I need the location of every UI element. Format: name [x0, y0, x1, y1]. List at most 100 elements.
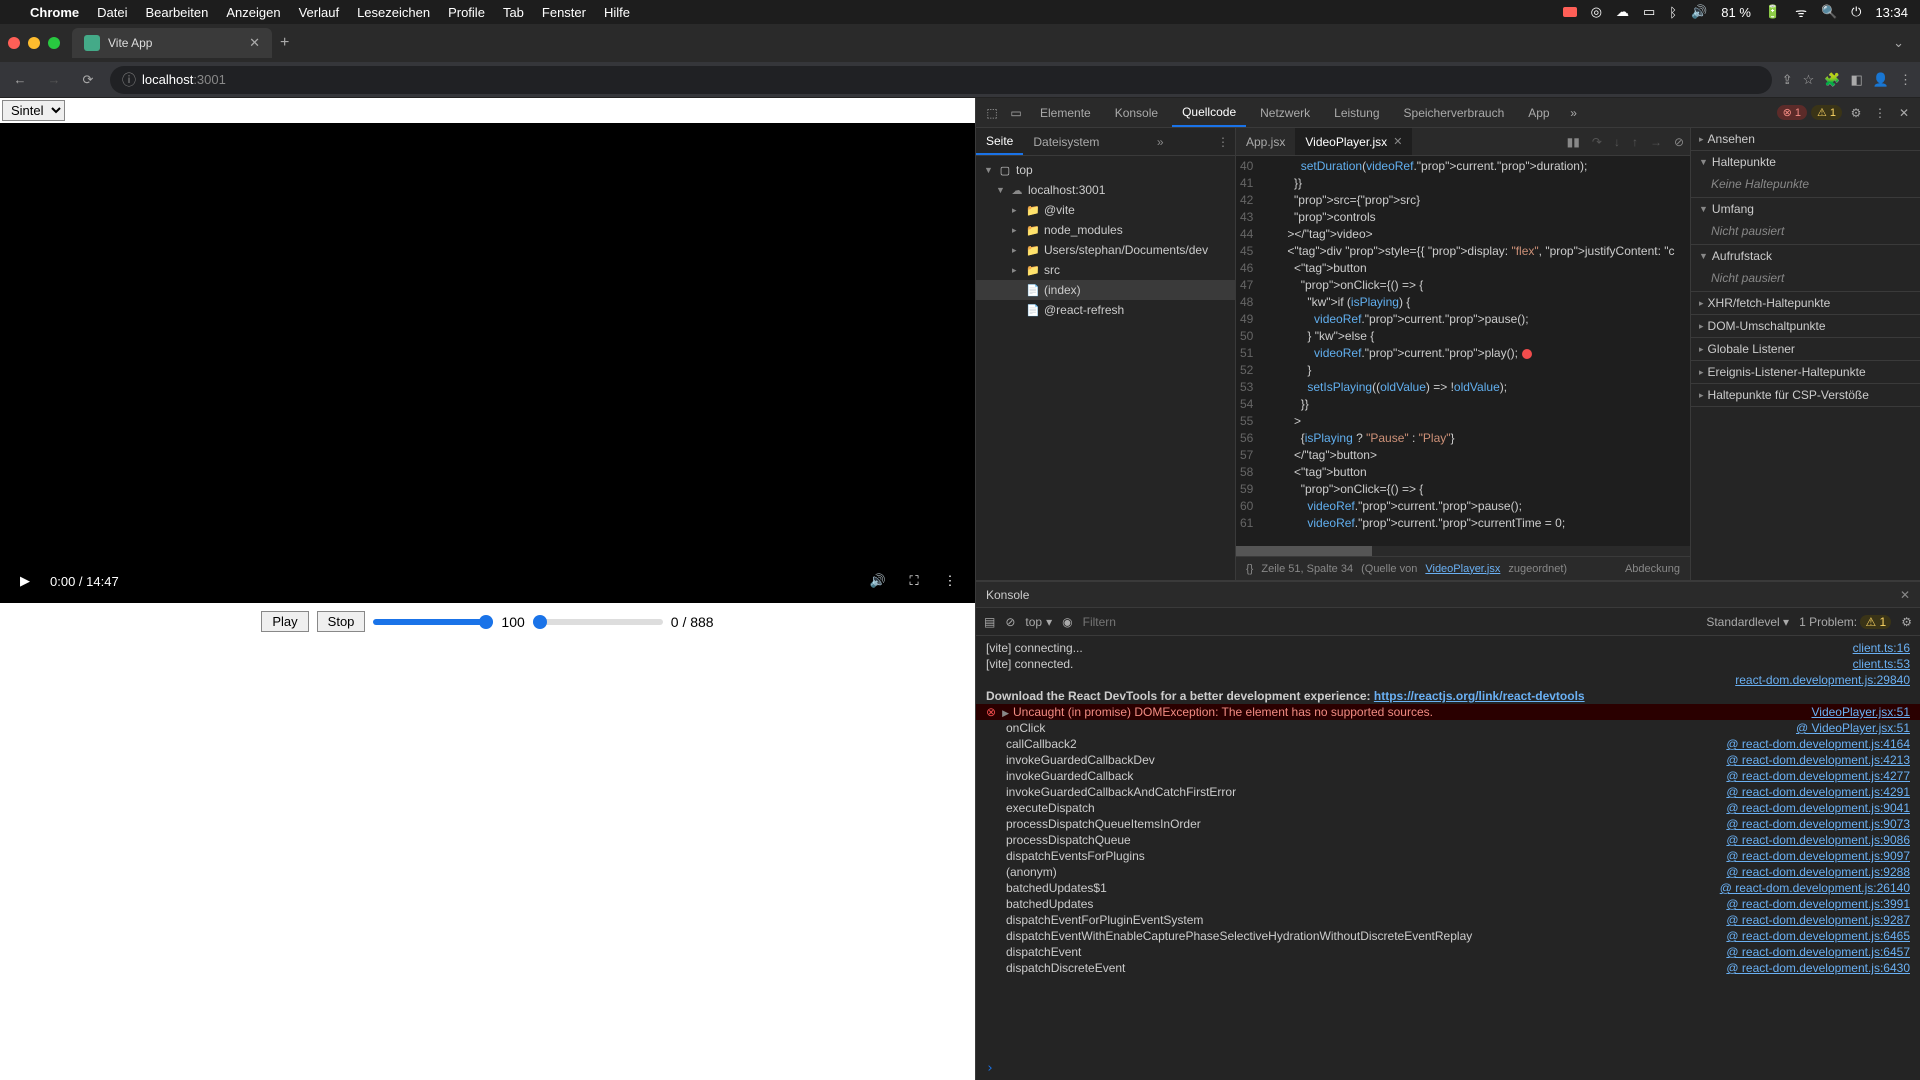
- pause-debug-icon[interactable]: ▮▮: [1561, 135, 1586, 149]
- site-info-icon[interactable]: ⓘ: [122, 70, 136, 90]
- display-icon[interactable]: ▭: [1643, 4, 1655, 20]
- console-filter-input[interactable]: [1083, 615, 1697, 629]
- console-close-icon[interactable]: ✕: [1900, 588, 1910, 602]
- stop-button[interactable]: Stop: [317, 611, 366, 632]
- back-button[interactable]: ←: [8, 68, 32, 92]
- menu-bearbeiten[interactable]: Bearbeiten: [145, 5, 208, 20]
- volume-slider[interactable]: [373, 619, 493, 625]
- subtab-menu-icon[interactable]: ⋮: [1211, 135, 1235, 149]
- seek-slider[interactable]: [533, 619, 663, 625]
- new-tab-button[interactable]: +: [280, 34, 289, 52]
- console-context-select[interactable]: top ▾: [1025, 615, 1052, 629]
- tabs-dropdown-icon[interactable]: ⌄: [1893, 35, 1912, 51]
- menu-hilfe[interactable]: Hilfe: [604, 5, 630, 20]
- tab-close-icon[interactable]: ✕: [249, 35, 260, 51]
- dbg-xhr[interactable]: ▸XHR/fetch-Haltepunkte: [1691, 292, 1920, 314]
- share-icon[interactable]: ⇪: [1782, 72, 1793, 88]
- editor-tab-app[interactable]: App.jsx: [1236, 128, 1295, 155]
- dbg-event[interactable]: ▸Ereignis-Listener-Haltepunkte: [1691, 361, 1920, 383]
- inspect-element-icon[interactable]: ⬚: [982, 103, 1002, 123]
- tree-src[interactable]: ▸📁src: [976, 260, 1235, 280]
- sidepanel-icon[interactable]: ◧: [1851, 72, 1863, 88]
- warning-count-badge[interactable]: ⚠ 1: [1811, 105, 1842, 120]
- console-sidebar-icon[interactable]: ▤: [984, 615, 995, 629]
- dbg-dom[interactable]: ▸DOM-Umschaltpunkte: [1691, 315, 1920, 337]
- tree-index[interactable]: 📄(index): [976, 280, 1235, 300]
- tree-node-modules[interactable]: ▸📁node_modules: [976, 220, 1235, 240]
- console-settings-icon[interactable]: ⚙: [1901, 615, 1912, 629]
- extensions-icon[interactable]: 🧩: [1824, 72, 1840, 88]
- devtools-menu-icon[interactable]: ⋮: [1870, 103, 1890, 123]
- deactivate-breakpoints-icon[interactable]: ⊘: [1668, 135, 1690, 149]
- menu-datei[interactable]: Datei: [97, 5, 127, 20]
- tab-app[interactable]: App: [1518, 98, 1559, 127]
- dbg-breakpoints[interactable]: ▼Haltepunkte: [1691, 151, 1920, 173]
- step-over-icon[interactable]: ↷: [1586, 135, 1608, 149]
- browser-tab[interactable]: Vite App ✕: [72, 28, 272, 58]
- tree-top[interactable]: ▼▢top: [976, 160, 1235, 180]
- video-fullscreen-icon[interactable]: ⛶: [903, 570, 925, 592]
- dbg-scope[interactable]: ▼Umfang: [1691, 198, 1920, 220]
- reload-button[interactable]: ⟳: [76, 68, 100, 92]
- dbg-callstack[interactable]: ▼Aufrufstack: [1691, 245, 1920, 267]
- editor-tab-close-icon[interactable]: ✕: [1393, 135, 1402, 148]
- cloud-icon[interactable]: ☁: [1616, 4, 1629, 20]
- menu-tab[interactable]: Tab: [503, 5, 524, 20]
- code-content[interactable]: setDuration(videoRef."prop">current."pro…: [1261, 156, 1680, 546]
- console-input-prompt[interactable]: ›: [976, 1056, 1920, 1080]
- menu-anzeigen[interactable]: Anzeigen: [226, 5, 280, 20]
- video-menu-icon[interactable]: ⋮: [939, 570, 961, 592]
- console-clear-icon[interactable]: ⊘: [1005, 615, 1015, 629]
- tab-elemente[interactable]: Elemente: [1030, 98, 1101, 127]
- menu-lesezeichen[interactable]: Lesezeichen: [357, 5, 430, 20]
- minimize-window-button[interactable]: [28, 37, 40, 49]
- tab-konsole[interactable]: Konsole: [1105, 98, 1168, 127]
- search-icon[interactable]: 🔍: [1821, 4, 1837, 20]
- step-icon[interactable]: →: [1644, 135, 1668, 149]
- tab-leistung[interactable]: Leistung: [1324, 98, 1389, 127]
- video-mute-icon[interactable]: 🔊: [867, 570, 889, 592]
- menu-profile[interactable]: Profile: [448, 5, 485, 20]
- tab-netzwerk[interactable]: Netzwerk: [1250, 98, 1320, 127]
- url-input[interactable]: ⓘ localhost:3001: [110, 66, 1772, 94]
- code-editor[interactable]: 4041424344454647484950515253545556575859…: [1236, 156, 1690, 546]
- console-problems[interactable]: 1 Problem: ⚠ 1: [1799, 615, 1891, 629]
- dbg-watch[interactable]: ▸Ansehen: [1691, 128, 1920, 150]
- record-icon[interactable]: [1563, 7, 1577, 17]
- close-window-button[interactable]: [8, 37, 20, 49]
- tab-quellcode[interactable]: Quellcode: [1172, 98, 1246, 127]
- tab-speicher[interactable]: Speicherverbrauch: [1394, 98, 1515, 127]
- tree-host[interactable]: ▼☁localhost:3001: [976, 180, 1235, 200]
- battery-icon[interactable]: 🔋: [1765, 4, 1781, 20]
- step-into-icon[interactable]: ↓: [1608, 135, 1626, 149]
- forward-button[interactable]: →: [42, 68, 66, 92]
- editor-h-scrollbar[interactable]: [1236, 546, 1690, 556]
- tree-vite[interactable]: ▸📁@vite: [976, 200, 1235, 220]
- step-out-icon[interactable]: ↑: [1626, 135, 1644, 149]
- bluetooth-icon[interactable]: ᛒ: [1669, 5, 1677, 20]
- tree-react-refresh[interactable]: 📄@react-refresh: [976, 300, 1235, 320]
- app-name[interactable]: Chrome: [30, 5, 79, 20]
- profile-icon[interactable]: 👤: [1873, 72, 1889, 88]
- console-level-select[interactable]: Standardlevel ▾: [1706, 615, 1789, 629]
- video-play-icon[interactable]: ▶: [14, 570, 36, 592]
- clock[interactable]: 13:34: [1875, 5, 1908, 20]
- dbg-global[interactable]: ▸Globale Listener: [1691, 338, 1920, 360]
- video-player[interactable]: ▶ 0:00 / 14:47 🔊 ⛶ ⋮: [0, 123, 975, 603]
- control-center-icon[interactable]: ⏻: [1851, 4, 1861, 20]
- dbg-csp[interactable]: ▸Haltepunkte für CSP-Verstöße: [1691, 384, 1920, 406]
- settings-icon[interactable]: ⚙: [1846, 103, 1866, 123]
- play-button[interactable]: Play: [261, 611, 308, 632]
- console-output[interactable]: [vite] connecting...client.ts:16[vite] c…: [976, 636, 1920, 1056]
- maximize-window-button[interactable]: [48, 37, 60, 49]
- menu-icon[interactable]: ⋮: [1899, 72, 1912, 88]
- console-live-icon[interactable]: ◉: [1062, 615, 1072, 629]
- subtab-more-icon[interactable]: »: [1151, 135, 1170, 149]
- menu-fenster[interactable]: Fenster: [542, 5, 586, 20]
- line-gutter[interactable]: 4041424344454647484950515253545556575859…: [1236, 156, 1261, 546]
- more-tabs-icon[interactable]: »: [1564, 103, 1584, 123]
- devtools-close-icon[interactable]: ✕: [1894, 103, 1914, 123]
- tree-users[interactable]: ▸📁Users/stephan/Documents/dev: [976, 240, 1235, 260]
- device-toggle-icon[interactable]: ▭: [1006, 103, 1026, 123]
- wifi-icon[interactable]: ᯤ: [1795, 3, 1807, 21]
